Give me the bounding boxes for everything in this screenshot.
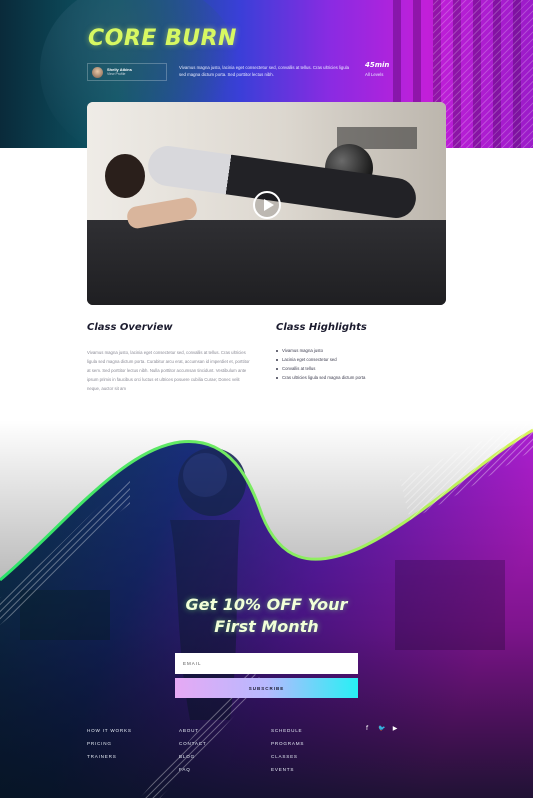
footer-link-events[interactable]: EVENTS <box>271 763 304 776</box>
footer-column-3: SCHEDULE PROGRAMS CLASSES EVENTS <box>271 724 304 776</box>
footer-link-programs[interactable]: PROGRAMS <box>271 737 304 750</box>
list-item: Vivamus magna justo <box>276 346 365 355</box>
footer-link-blog[interactable]: BLOG <box>179 750 206 763</box>
video-scene-floor <box>87 219 446 305</box>
class-video[interactable] <box>87 102 446 305</box>
list-item: Cras ultricies ligula sed magna dictum p… <box>276 373 365 382</box>
instructor-card[interactable]: Shelly Atkins View Profile <box>87 63 167 81</box>
class-level: All Levels <box>365 72 384 77</box>
facebook-icon[interactable]: f <box>364 726 370 732</box>
class-meta: 45min All Levels <box>365 62 389 77</box>
email-field[interactable] <box>175 653 358 674</box>
footer-column-1: HOW IT WORKS PRICING TRAINERS <box>87 724 132 763</box>
subscribe-button[interactable]: SUBSCRIBE <box>175 678 358 698</box>
promo-title: Get 10% OFF Your First Month <box>0 594 533 638</box>
class-description: Vivamus magna justo, lacinia eget consec… <box>179 65 349 77</box>
highlights-heading: Class Highlights <box>276 322 367 333</box>
overview-text: Vivamus magna justo, lacinia eget consec… <box>87 350 250 391</box>
footer-link-how-it-works[interactable]: HOW IT WORKS <box>87 724 132 737</box>
promo-title-line1: Get 10% OFF Your <box>185 595 348 614</box>
youtube-icon[interactable]: ▶ <box>392 726 398 732</box>
avatar <box>92 66 103 78</box>
highlights-list: Vivamus magna justo Lacinia eget consect… <box>276 346 365 382</box>
list-item: Convallis at tellus <box>276 364 365 373</box>
footer-link-contact[interactable]: CONTACT <box>179 737 206 750</box>
footer-link-about[interactable]: ABOUT <box>179 724 206 737</box>
footer-link-pricing[interactable]: PRICING <box>87 737 132 750</box>
play-icon <box>263 199 274 211</box>
view-profile-link[interactable]: View Profile <box>107 72 132 77</box>
promo-title-line2: First Month <box>214 617 319 636</box>
social-links: f 🐦 ▶ <box>364 726 398 732</box>
class-duration: 45min <box>365 61 390 69</box>
footer-link-faq[interactable]: FAQ <box>179 763 206 776</box>
hero-decorative-stripes <box>433 0 533 148</box>
class-title: CORE BURN <box>88 26 237 51</box>
list-item: Lacinia eget consectetur sed <box>276 355 365 364</box>
footer-column-2: ABOUT CONTACT BLOG FAQ <box>179 724 206 776</box>
footer-link-classes[interactable]: CLASSES <box>271 750 304 763</box>
footer-link-schedule[interactable]: SCHEDULE <box>271 724 304 737</box>
page: CORE BURN Shelly Atkins View Profile Viv… <box>0 0 533 798</box>
play-button[interactable] <box>253 191 281 219</box>
footer-link-trainers[interactable]: TRAINERS <box>87 750 132 763</box>
overview-heading: Class Overview <box>87 322 173 333</box>
athlete-head-image <box>105 154 145 198</box>
twitter-icon[interactable]: 🐦 <box>378 726 385 732</box>
